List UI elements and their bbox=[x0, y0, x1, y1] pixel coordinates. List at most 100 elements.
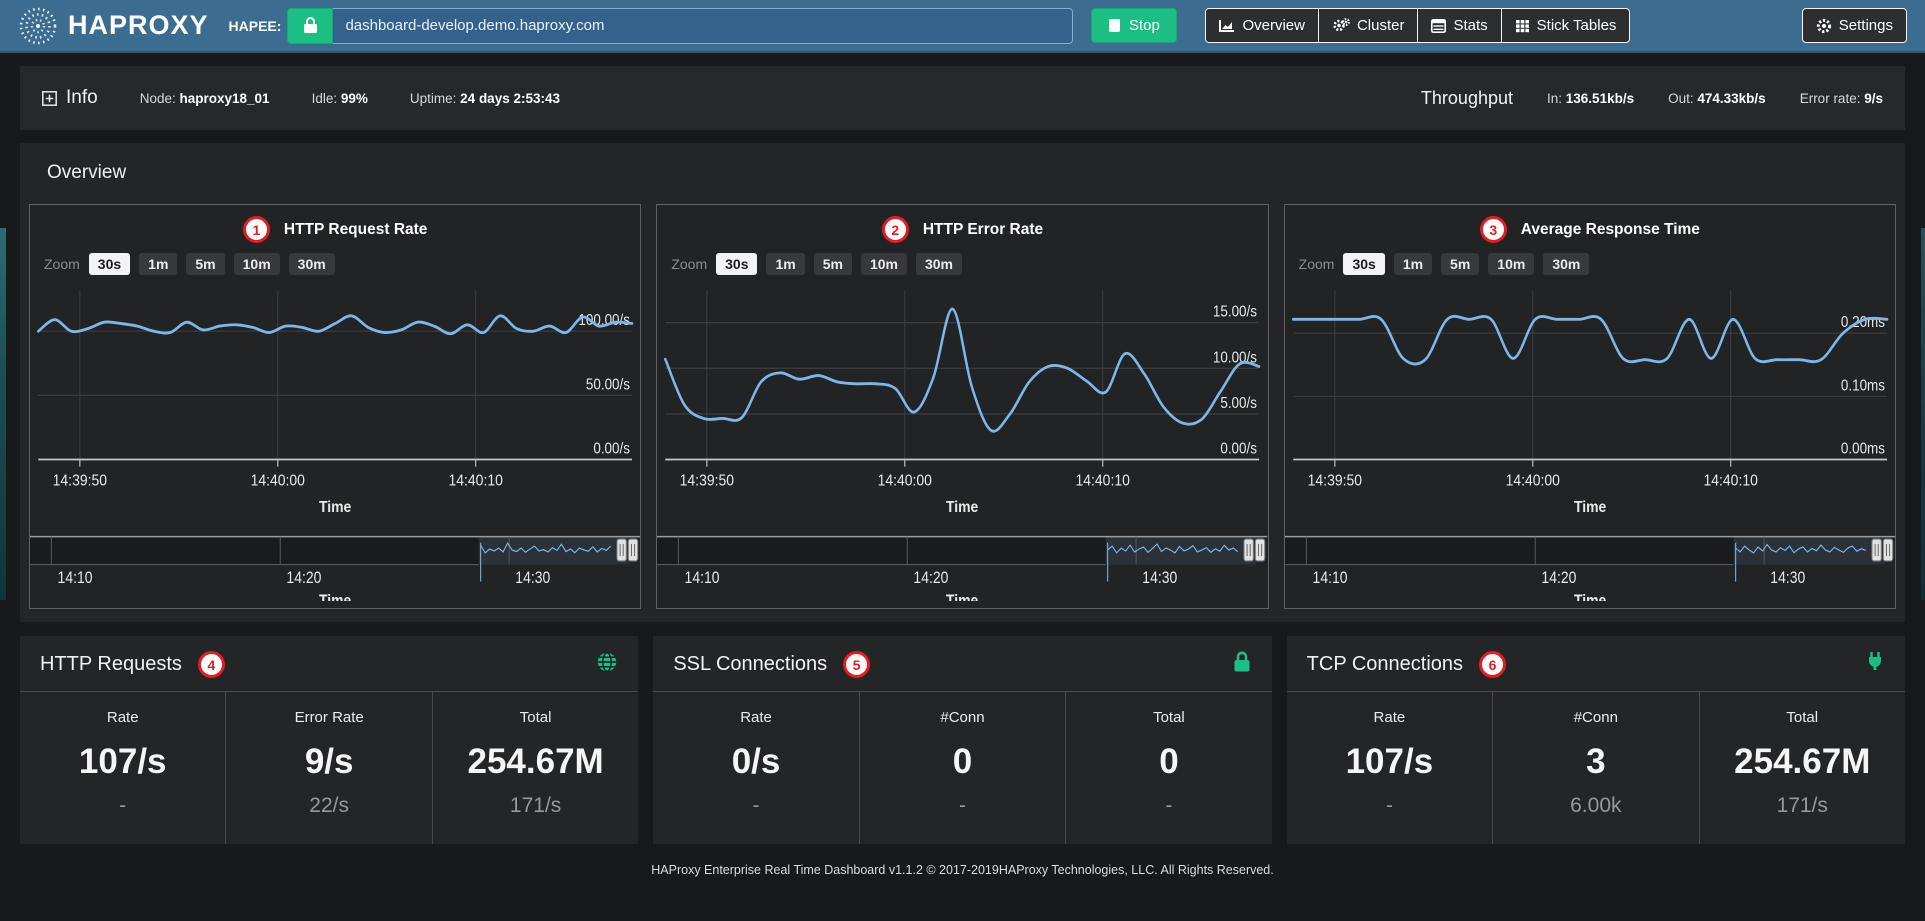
stat-col-total: Total 254.67M 171/s bbox=[1699, 692, 1905, 844]
address-input[interactable] bbox=[333, 8, 1073, 44]
chart-panel-avg-response-time: 3 Average Response Time Zoom 30s 1m 5m 1… bbox=[1284, 204, 1896, 609]
chart-header: 1 HTTP Request Rate bbox=[30, 205, 640, 247]
step-badge-4: 4 bbox=[198, 651, 225, 678]
chart-navigator[interactable]: 14:1014:2014:30Time bbox=[30, 533, 640, 601]
throughput-label: Throughput bbox=[1421, 88, 1513, 109]
stat-header: Rate bbox=[653, 709, 858, 726]
card-title: TCP Connections bbox=[1307, 653, 1463, 676]
stat-value: 0 bbox=[1066, 742, 1271, 782]
card-title: HTTP Requests bbox=[40, 653, 182, 676]
stat-sub-value: - bbox=[20, 794, 225, 818]
idle-info: Idle: 99% bbox=[312, 91, 368, 106]
haproxy-logo-icon bbox=[18, 6, 58, 46]
svg-text:14:10: 14:10 bbox=[685, 569, 720, 587]
svg-text:14:20: 14:20 bbox=[1541, 569, 1576, 587]
zoom-30m-button[interactable]: 30m bbox=[1543, 253, 1589, 275]
stat-col-rate: Rate 107/s - bbox=[20, 692, 225, 844]
line-chart[interactable]: 15.00/s10.00/s5.00/s0.00/s14:39:5014:40:… bbox=[657, 281, 1267, 519]
gear-icon bbox=[1816, 18, 1832, 34]
stat-sub-value: 22/s bbox=[226, 794, 431, 818]
node-info: Node: haproxy18_01 bbox=[140, 91, 270, 106]
hapee-label: HAPEE: bbox=[229, 18, 282, 34]
throughput-in: In: 136.51kb/s bbox=[1547, 91, 1634, 106]
zoom-10m-button[interactable]: 10m bbox=[861, 253, 907, 275]
zoom-10m-button[interactable]: 10m bbox=[234, 253, 280, 275]
stat-value: 107/s bbox=[20, 742, 225, 782]
stat-header: Rate bbox=[1287, 709, 1492, 726]
stat-col-total: Total 254.67M 171/s bbox=[432, 692, 638, 844]
line-chart[interactable]: 100.00/s50.00/s0.00/s14:39:5014:40:0014:… bbox=[30, 281, 640, 519]
stat-col-total: Total 0 - bbox=[1065, 692, 1271, 844]
chart-navigator[interactable]: 14:1014:2014:30Time bbox=[1285, 533, 1895, 601]
zoom-5m-button[interactable]: 5m bbox=[814, 253, 852, 275]
tab-stats[interactable]: Stats bbox=[1417, 8, 1501, 43]
stat-value: 107/s bbox=[1287, 742, 1492, 782]
chart-navigator[interactable]: 14:1014:2014:30Time bbox=[657, 533, 1267, 601]
brand-name: HAPROXY bbox=[68, 10, 209, 41]
tab-stick-tables[interactable]: Stick Tables bbox=[1501, 8, 1631, 43]
stat-header: Rate bbox=[20, 709, 225, 726]
zoom-30s-button[interactable]: 30s bbox=[1343, 253, 1384, 275]
zoom-30m-button[interactable]: 30m bbox=[916, 253, 962, 275]
zoom-30s-button[interactable]: 30s bbox=[716, 253, 757, 275]
info-toggle[interactable]: Info bbox=[42, 87, 98, 109]
svg-text:Time: Time bbox=[1574, 592, 1606, 601]
throughput-error-rate: Error rate: 9/s bbox=[1800, 91, 1883, 106]
section-title: Overview bbox=[29, 143, 1896, 204]
stat-value: 3 bbox=[1493, 742, 1698, 782]
chart-panel-http-error-rate: 2 HTTP Error Rate Zoom 30s 1m 5m 10m 30m… bbox=[656, 204, 1268, 609]
ssl-lock-button[interactable] bbox=[287, 8, 333, 44]
svg-text:14:39:50: 14:39:50 bbox=[1307, 472, 1361, 490]
svg-text:14:40:00: 14:40:00 bbox=[878, 472, 932, 490]
step-badge-1: 1 bbox=[243, 216, 270, 243]
charts-row: 1 HTTP Request Rate Zoom 30s 1m 5m 10m 3… bbox=[29, 204, 1896, 609]
stat-cards-row: HTTP Requests 4 Rate 107/s - bbox=[20, 636, 1905, 844]
zoom-30s-button[interactable]: 30s bbox=[89, 253, 130, 275]
stat-sub-value: - bbox=[1066, 794, 1271, 818]
info-bar: Info Node: haproxy18_01 Idle: 99% Uptime… bbox=[20, 66, 1905, 130]
card-tcp-connections: TCP Connections 6 Rate 107/s - # bbox=[1287, 636, 1905, 844]
info-label: Info bbox=[66, 87, 98, 109]
stop-button-label: Stop bbox=[1129, 17, 1160, 34]
svg-text:Time: Time bbox=[1574, 498, 1606, 516]
zoom-label: Zoom bbox=[1299, 256, 1335, 272]
card-http-requests: HTTP Requests 4 Rate 107/s - bbox=[20, 636, 638, 844]
chart-header: 3 Average Response Time bbox=[1285, 205, 1895, 247]
zoom-30m-button[interactable]: 30m bbox=[289, 253, 335, 275]
throughput-out: Out: 474.33kb/s bbox=[1668, 91, 1766, 106]
tab-cluster[interactable]: Cluster bbox=[1318, 8, 1419, 43]
stat-value: 0 bbox=[860, 742, 1065, 782]
line-chart[interactable]: 0.20ms0.10ms0.00ms14:39:5014:40:0014:40:… bbox=[1285, 281, 1895, 519]
lock-icon bbox=[1232, 651, 1252, 678]
svg-text:0.00ms: 0.00ms bbox=[1841, 441, 1885, 458]
top-navbar: HAPROXY HAPEE: Stop Overview bbox=[0, 0, 1925, 53]
zoom-1m-button[interactable]: 1m bbox=[1394, 253, 1432, 275]
svg-text:Time: Time bbox=[946, 498, 978, 516]
stat-sub-value: - bbox=[860, 794, 1065, 818]
zoom-1m-button[interactable]: 1m bbox=[139, 253, 177, 275]
zoom-5m-button[interactable]: 5m bbox=[186, 253, 224, 275]
stat-header: #Conn bbox=[1493, 709, 1698, 726]
stop-button[interactable]: Stop bbox=[1091, 8, 1177, 43]
stat-header: Total bbox=[1700, 709, 1905, 726]
chart-title: HTTP Error Rate bbox=[923, 221, 1043, 239]
background-texture-left bbox=[0, 228, 6, 600]
background-texture-right bbox=[1921, 228, 1925, 600]
card-title: SSL Connections bbox=[673, 653, 827, 676]
uptime-info: Uptime: 24 days 2:53:43 bbox=[410, 91, 560, 106]
stat-header: #Conn bbox=[860, 709, 1065, 726]
zoom-row: Zoom 30s 1m 5m 10m 30m bbox=[657, 247, 1267, 277]
chart-header: 2 HTTP Error Rate bbox=[657, 205, 1267, 247]
svg-text:14:40:10: 14:40:10 bbox=[1703, 472, 1757, 490]
zoom-1m-button[interactable]: 1m bbox=[766, 253, 804, 275]
settings-button[interactable]: Settings bbox=[1802, 8, 1907, 43]
tab-overview[interactable]: Overview bbox=[1205, 8, 1319, 43]
stat-value: 0/s bbox=[653, 742, 858, 782]
card-ssl-connections: SSL Connections 5 Rate 0/s - #Conn bbox=[653, 636, 1271, 844]
svg-text:14:30: 14:30 bbox=[1143, 569, 1178, 587]
chart-title: Average Response Time bbox=[1521, 221, 1700, 239]
zoom-10m-button[interactable]: 10m bbox=[1488, 253, 1534, 275]
zoom-5m-button[interactable]: 5m bbox=[1441, 253, 1479, 275]
svg-text:Time: Time bbox=[319, 498, 351, 516]
stat-value: 9/s bbox=[226, 742, 431, 782]
